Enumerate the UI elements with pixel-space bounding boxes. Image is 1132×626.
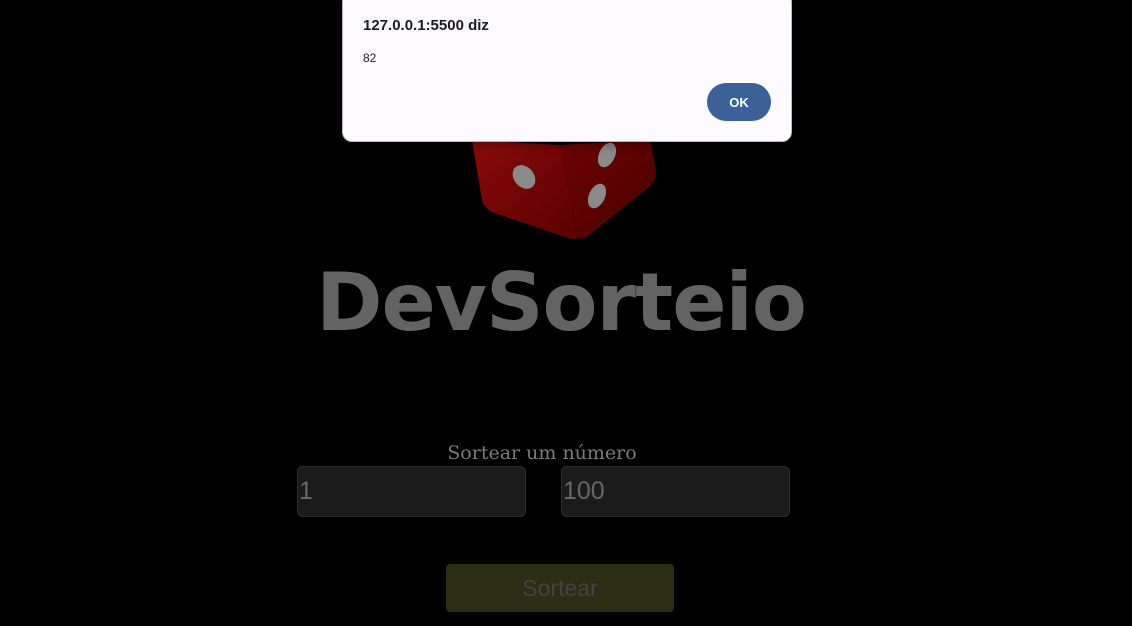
alert-message: 82 — [363, 51, 377, 65]
min-number-input[interactable] — [297, 466, 526, 517]
alert-dialog: 127.0.0.1:5500 diz 82 OK — [342, 0, 792, 142]
max-number-input[interactable] — [561, 466, 790, 517]
alert-title: 127.0.0.1:5500 diz — [363, 17, 489, 34]
app-title: DevSorteio — [316, 256, 807, 349]
alert-ok-button[interactable]: OK — [707, 83, 771, 121]
draw-button[interactable]: Sortear — [446, 564, 674, 612]
app-page: DevSorteio Sortear um número Sortear 127… — [0, 0, 1132, 626]
draw-subtitle: Sortear um número — [447, 442, 637, 464]
